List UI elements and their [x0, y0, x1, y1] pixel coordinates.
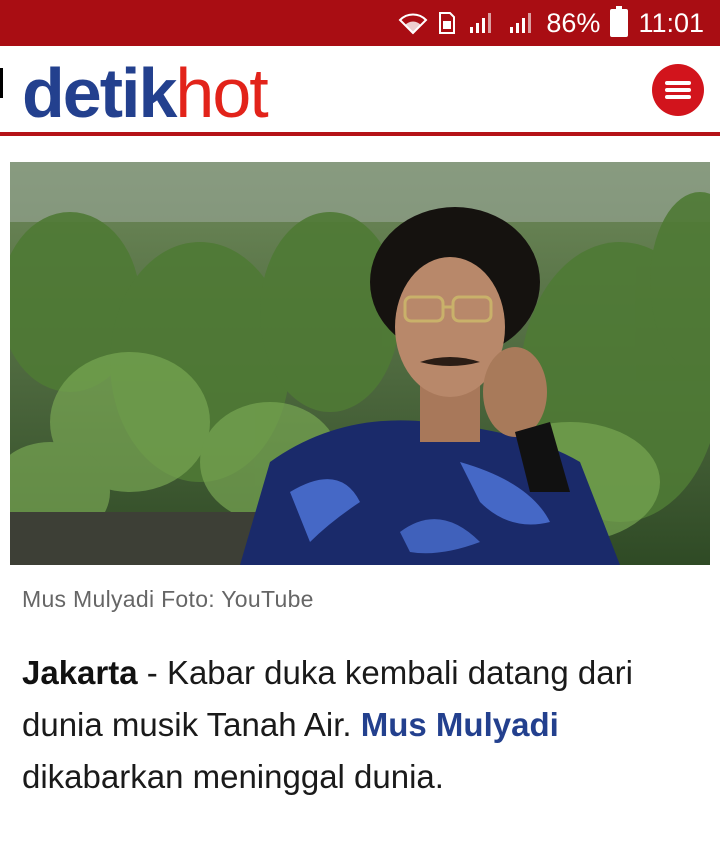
photo-illustration: [10, 162, 710, 565]
site-header: detikhot: [0, 46, 720, 132]
mus-mulyadi-link[interactable]: Mus Mulyadi: [361, 706, 559, 743]
location-separator: -: [137, 654, 167, 691]
edge-marker: [0, 68, 3, 98]
battery-percent: 86%: [546, 7, 601, 38]
wifi-icon: [398, 11, 428, 35]
sim-icon: [438, 11, 456, 35]
logo-hot: hot: [175, 54, 268, 132]
status-bar: 86% 11:01: [0, 0, 720, 46]
article-location: Jakarta: [22, 654, 138, 691]
photo-caption: Mus Mulyadi Foto: YouTube: [22, 586, 314, 612]
signal-icon: [506, 11, 536, 35]
header-divider: [0, 132, 720, 136]
logo-detik: detik: [22, 54, 177, 132]
status-icons: 86% 11:01: [398, 0, 704, 46]
clock-time: 11:01: [638, 7, 704, 38]
article-photo[interactable]: [10, 162, 710, 565]
hamburger-menu-button[interactable]: [652, 64, 704, 116]
article-text-part2: dikabarkan meninggal dunia.: [22, 758, 444, 795]
detikhot-logo[interactable]: detikhot: [22, 58, 269, 128]
article-lead: Jakarta - Kabar duka kembali datang dari…: [22, 647, 712, 803]
battery-charging-icon: [610, 6, 629, 37]
signal-icon: [466, 11, 496, 35]
hamburger-menu-icon: [665, 81, 691, 99]
